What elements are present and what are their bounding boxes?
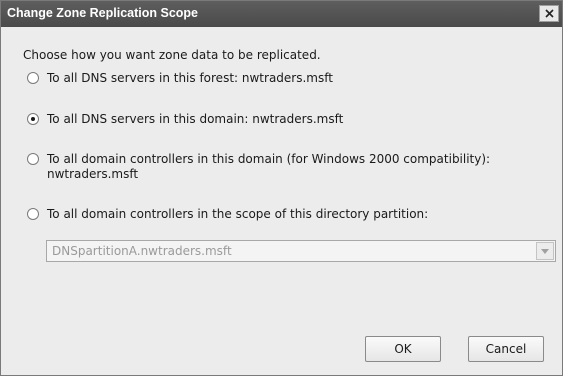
- partition-select-dropdown-button[interactable]: [536, 242, 554, 260]
- radio-selected-dot: [31, 117, 35, 121]
- radio-domain-controllers[interactable]: [27, 153, 39, 165]
- change-zone-replication-scope-dialog: Change Zone Replication Scope Choose how…: [0, 0, 563, 376]
- option-forest-label: To all DNS servers in this forest: nwtra…: [47, 71, 333, 85]
- partition-select[interactable]: DNSpartitionA.nwtraders.msft: [46, 240, 556, 262]
- option-domain-controllers-label-line1: To all domain controllers in this domain…: [47, 152, 491, 166]
- ok-button[interactable]: OK: [365, 336, 441, 362]
- dialog-title: Change Zone Replication Scope: [7, 6, 198, 20]
- option-domain-controllers-label-line2: nwtraders.msft: [47, 167, 139, 181]
- partition-select-value: DNSpartitionA.nwtraders.msft: [52, 244, 232, 258]
- close-button[interactable]: [539, 5, 559, 22]
- radio-directory-partition[interactable]: [27, 208, 39, 220]
- instruction-text: Choose how you want zone data to be repl…: [23, 48, 321, 62]
- radio-domain[interactable]: [27, 113, 39, 125]
- title-bar[interactable]: Change Zone Replication Scope: [1, 1, 562, 27]
- radio-forest[interactable]: [27, 72, 39, 84]
- option-domain-label: To all DNS servers in this domain: nwtra…: [47, 112, 344, 126]
- close-icon: [545, 9, 554, 18]
- option-directory-partition-label: To all domain controllers in the scope o…: [47, 207, 429, 221]
- chevron-down-icon: [541, 249, 549, 254]
- cancel-button[interactable]: Cancel: [468, 336, 544, 362]
